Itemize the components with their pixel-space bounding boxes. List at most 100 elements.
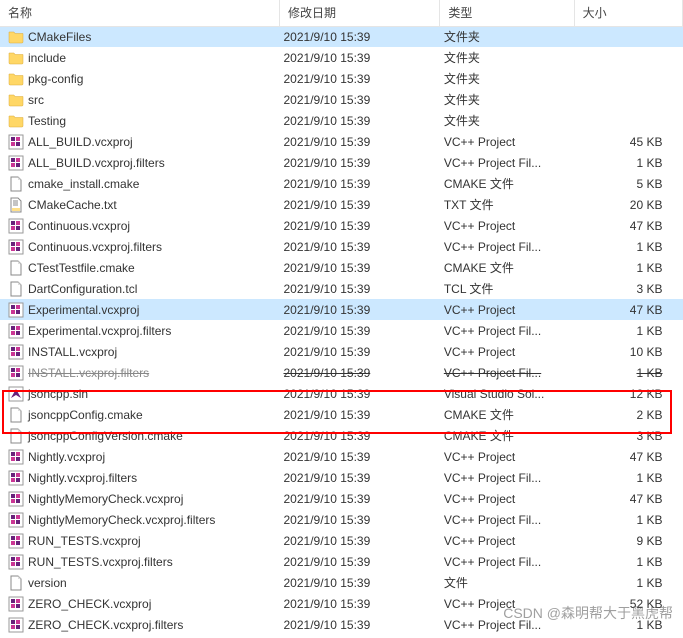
file-size: 1 KB: [574, 467, 682, 488]
file-date: 2021/9/10 15:39: [280, 47, 440, 68]
table-row[interactable]: Experimental.vcxproj.filters2021/9/10 15…: [0, 320, 683, 341]
file-date: 2021/9/10 15:39: [280, 488, 440, 509]
file-size: 9 KB: [574, 530, 682, 551]
file-rows-container: CMakeFiles2021/9/10 15:39文件夹include2021/…: [0, 26, 683, 635]
table-row[interactable]: RUN_TESTS.vcxproj2021/9/10 15:39VC++ Pro…: [0, 530, 683, 551]
file-name: CTestTestfile.cmake: [28, 261, 135, 275]
file-type: VC++ Project: [440, 593, 574, 614]
file-name: include: [28, 51, 66, 65]
file-size: 1 KB: [574, 614, 682, 635]
file-size: 47 KB: [574, 446, 682, 467]
file-type: CMAKE 文件: [440, 173, 574, 194]
table-row[interactable]: ZERO_CHECK.vcxproj.filters2021/9/10 15:3…: [0, 614, 683, 635]
file-name: Continuous.vcxproj: [28, 219, 130, 233]
file-name: NightlyMemoryCheck.vcxproj: [28, 492, 183, 506]
vcxproj-icon: [8, 617, 24, 633]
file-type: 文件夹: [440, 89, 574, 110]
file-size: 47 KB: [574, 488, 682, 509]
table-row[interactable]: CTestTestfile.cmake2021/9/10 15:39CMAKE …: [0, 257, 683, 278]
table-row[interactable]: NightlyMemoryCheck.vcxproj.filters2021/9…: [0, 509, 683, 530]
column-header-type[interactable]: 类型: [440, 0, 574, 26]
file-type: VC++ Project Fil...: [440, 362, 574, 383]
file-icon: [8, 281, 24, 297]
vcxproj-icon: [8, 596, 24, 612]
table-row[interactable]: Nightly.vcxproj2021/9/10 15:39VC++ Proje…: [0, 446, 683, 467]
table-row[interactable]: RUN_TESTS.vcxproj.filters 2021/9/10 15:39…: [0, 551, 683, 572]
table-row[interactable]: jsoncppConfigVersion.cmake2021/9/10 15:3…: [0, 425, 683, 446]
vcxproj-icon: [8, 344, 24, 360]
file-date: 2021/9/10 15:39: [280, 152, 440, 173]
file-name: NightlyMemoryCheck.vcxproj.filters: [28, 513, 215, 527]
file-type: VC++ Project Fil...: [440, 320, 574, 341]
file-type: VC++ Project: [440, 446, 574, 467]
file-name: ZERO_CHECK.vcxproj: [28, 597, 151, 611]
table-row[interactable]: ALL_BUILD.vcxproj.filters2021/9/10 15:39…: [0, 152, 683, 173]
column-header-name[interactable]: 名称: [0, 0, 280, 26]
vcxproj-icon: [8, 449, 24, 465]
table-row[interactable]: Experimental.vcxproj2021/9/10 15:39VC++ …: [0, 299, 683, 320]
file-size: [574, 26, 682, 47]
table-row[interactable]: ZERO_CHECK.vcxproj 2021/9/10 15:39VC++ Pr…: [0, 593, 683, 614]
column-header-size[interactable]: 大小: [574, 0, 682, 26]
folder-icon: [8, 92, 24, 108]
table-row[interactable]: jsoncppConfig.cmake2021/9/10 15:39CMAKE …: [0, 404, 683, 425]
table-row[interactable]: Nightly.vcxproj.filters2021/9/10 15:39VC…: [0, 467, 683, 488]
file-size: 1 KB: [574, 509, 682, 530]
table-row[interactable]: NightlyMemoryCheck.vcxproj 2021/9/10 15:3…: [0, 488, 683, 509]
file-date: 2021/9/10 15:39: [280, 551, 440, 572]
file-type: VC++ Project Fil...: [440, 236, 574, 257]
table-row[interactable]: DartConfiguration.tcl2021/9/10 15:39TCL …: [0, 278, 683, 299]
file-type: VC++ Project Fil...: [440, 614, 574, 635]
file-size: 3 KB: [574, 278, 682, 299]
file-size: 1 KB: [574, 152, 682, 173]
file-date: 2021/9/10 15:39: [280, 26, 440, 47]
file-date: 2021/9/10 15:39: [280, 446, 440, 467]
table-row[interactable]: src2021/9/10 15:39文件夹: [0, 89, 683, 110]
table-row[interactable]: ALL_BUILD.vcxproj2021/9/10 15:39VC++ Pro…: [0, 131, 683, 152]
table-row[interactable]: cmake_install.cmake2021/9/10 15:39CMAKE …: [0, 173, 683, 194]
table-row[interactable]: INSTALL.vcxproj2021/9/10 15:39VC++ Proje…: [0, 341, 683, 362]
file-date: 2021/9/10 15:39: [280, 215, 440, 236]
table-row[interactable]: Continuous.vcxproj2021/9/10 15:39VC++ Pr…: [0, 215, 683, 236]
file-size: 45 KB: [574, 131, 682, 152]
table-row[interactable]: INSTALL.vcxproj.filters2021/9/10 15:39VC…: [0, 362, 683, 383]
file-date: 2021/9/10 15:39: [280, 194, 440, 215]
table-row[interactable]: Continuous.vcxproj.filters2021/9/10 15:3…: [0, 236, 683, 257]
vcxproj-icon: [8, 365, 24, 381]
file-size: 1 KB: [574, 572, 682, 593]
table-row[interactable]: pkg-config2021/9/10 15:39文件夹: [0, 68, 683, 89]
vcxproj-icon: [8, 533, 24, 549]
folder-icon: [8, 113, 24, 129]
file-type: VC++ Project: [440, 530, 574, 551]
file-type: CMAKE 文件: [440, 404, 574, 425]
file-date: 2021/9/10 15:39: [280, 89, 440, 110]
file-icon: [8, 575, 24, 591]
file-name: Experimental.vcxproj.filters: [28, 324, 171, 338]
file-date: 2021/9/10 15:39: [280, 131, 440, 152]
file-size: 3 KB: [574, 425, 682, 446]
file-type: VC++ Project Fil...: [440, 467, 574, 488]
file-size: 52 KB: [574, 593, 682, 614]
vcxproj-icon: [8, 491, 24, 507]
table-row[interactable]: include 2021/9/10 15:39文件夹: [0, 47, 683, 68]
vcxproj-icon: [8, 155, 24, 171]
file-type: VC++ Project Fil...: [440, 509, 574, 530]
file-icon: [8, 428, 24, 444]
file-name: ZERO_CHECK.vcxproj.filters: [28, 618, 183, 632]
table-row[interactable]: jsoncpp.sln2021/9/10 15:39Visual Studio …: [0, 383, 683, 404]
file-type: 文件夹: [440, 26, 574, 47]
file-type: TCL 文件: [440, 278, 574, 299]
file-size: 5 KB: [574, 173, 682, 194]
column-header-date[interactable]: 修改日期: [280, 0, 440, 26]
file-date: 2021/9/10 15:39: [280, 593, 440, 614]
file-name: CMakeFiles: [28, 30, 91, 44]
file-type: VC++ Project: [440, 131, 574, 152]
table-row[interactable]: CMakeCache.txt2021/9/10 15:39TXT 文件20 KB: [0, 194, 683, 215]
file-type: 文件夹: [440, 47, 574, 68]
table-row[interactable]: CMakeFiles 2021/9/10 15:39文件夹: [0, 26, 683, 47]
file-name: RUN_TESTS.vcxproj.filters: [28, 555, 173, 569]
vcxproj-icon: [8, 512, 24, 528]
file-date: 2021/9/10 15:39: [280, 425, 440, 446]
table-row[interactable]: version2021/9/10 15:39文件1 KB: [0, 572, 683, 593]
table-row[interactable]: Testing2021/9/10 15:39文件夹: [0, 110, 683, 131]
